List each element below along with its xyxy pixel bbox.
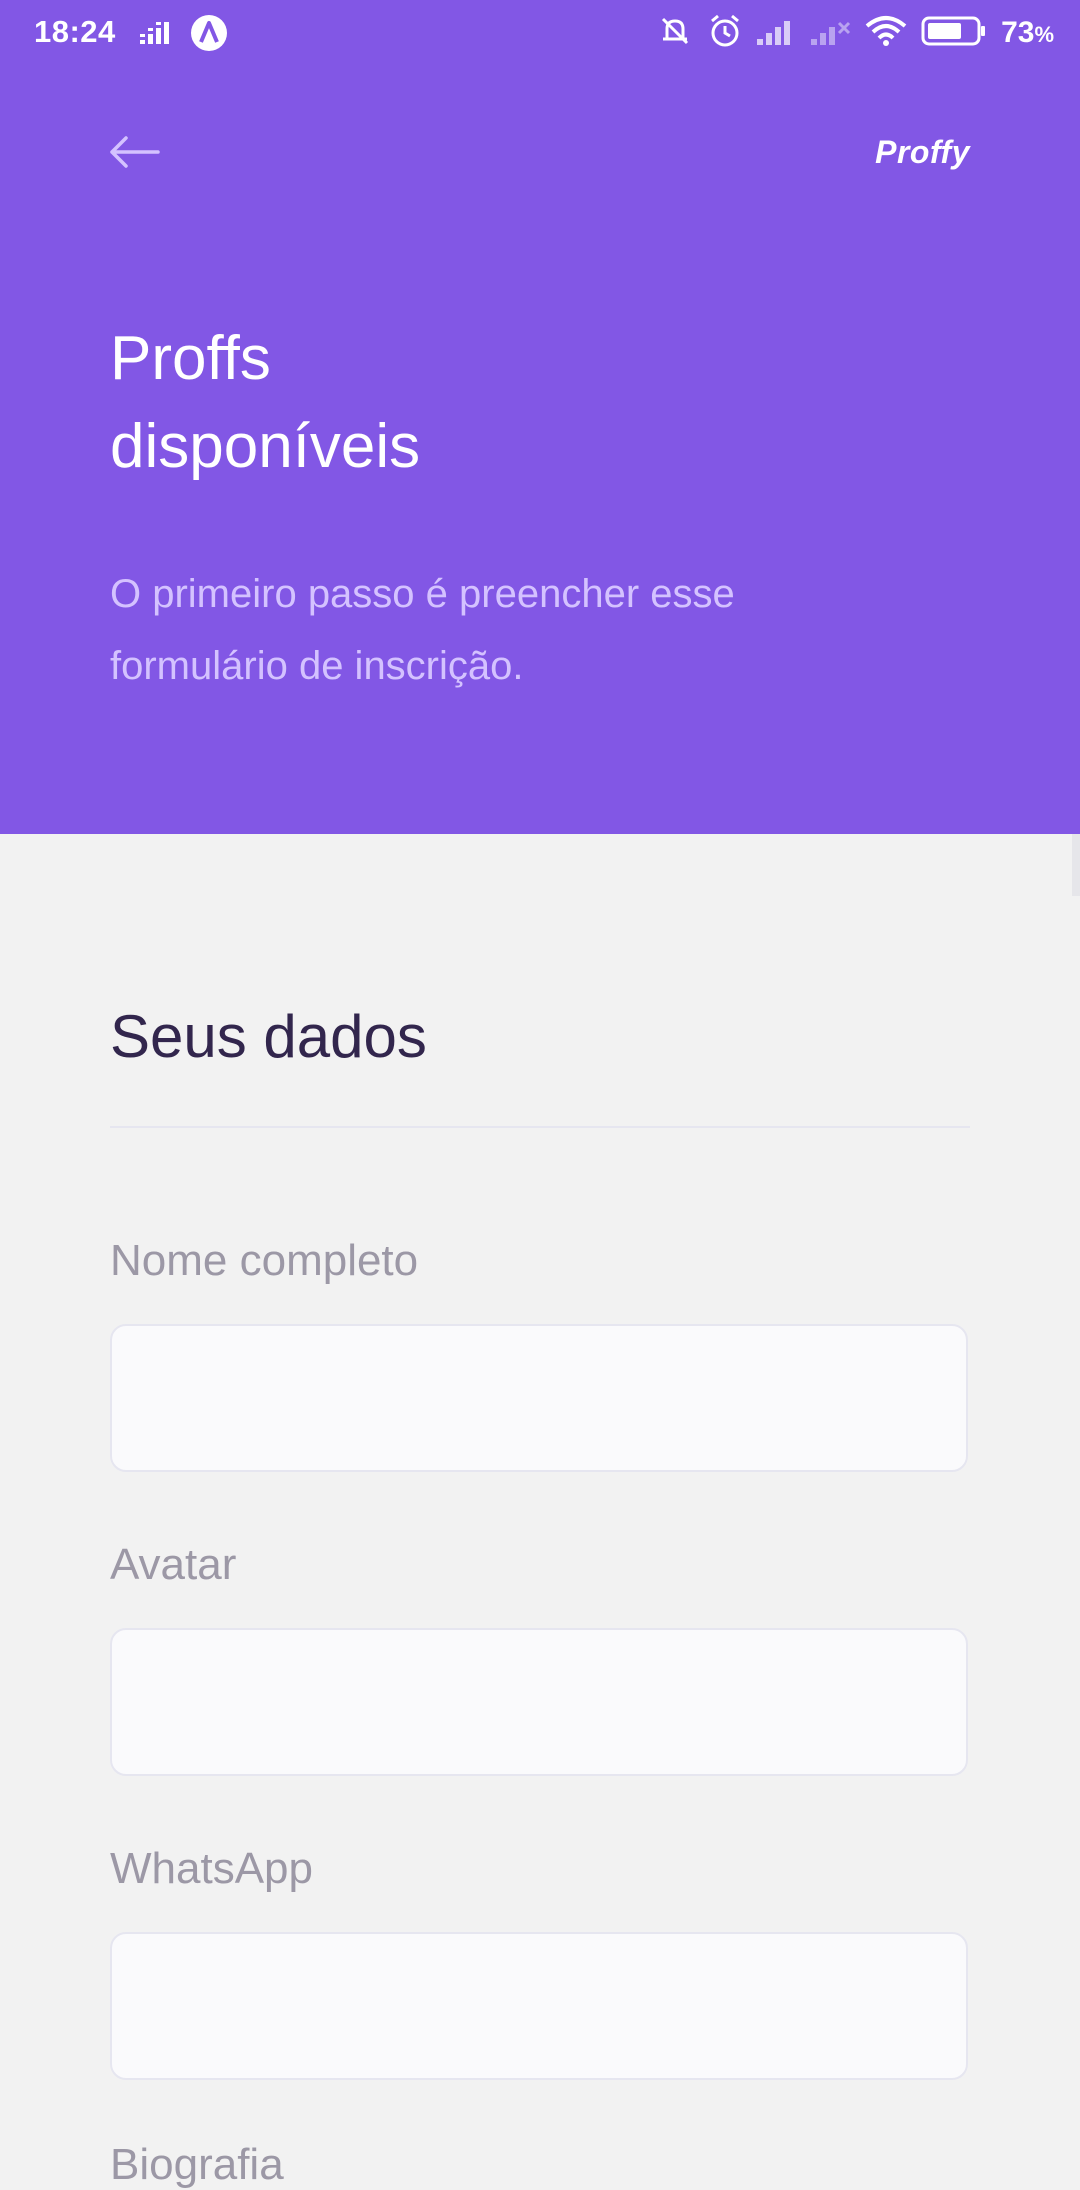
section-title: Seus dados: [110, 1003, 427, 1070]
status-time: 18:24: [34, 14, 116, 49]
signal-off-icon: [811, 15, 851, 52]
mute-icon: [657, 13, 693, 54]
scrollbar[interactable]: [1072, 834, 1080, 896]
whatsapp-input[interactable]: [110, 1932, 968, 2080]
bio-label: Biografia: [110, 2140, 284, 2189]
status-icons: 73%: [657, 12, 1054, 54]
battery-icon: [921, 15, 987, 52]
avatar-input[interactable]: [110, 1628, 968, 1776]
equalizer-icon: [140, 18, 176, 53]
avatar-label: Avatar: [110, 1540, 237, 1589]
battery-percent: 73%: [1001, 16, 1054, 49]
signal-icon: [757, 15, 797, 52]
arrow-left-icon: [108, 134, 160, 175]
back-button[interactable]: [108, 130, 164, 178]
page-description: O primeiro passo é preencher esse formul…: [110, 572, 735, 688]
whatsapp-label: WhatsApp: [110, 1844, 313, 1893]
wifi-icon: [865, 14, 907, 53]
page-header: 18:24 73% Proffy Proffs disponíveis O pr…: [0, 0, 1080, 834]
name-label: Nome completo: [110, 1236, 419, 1285]
page-title: Proffs disponíveis: [110, 324, 421, 481]
section-divider: [110, 1126, 970, 1128]
alarm-icon: [707, 13, 743, 54]
name-input[interactable]: [110, 1324, 968, 1472]
app-notification-icon: [190, 14, 228, 57]
brand-logo: Proffy: [875, 134, 970, 170]
status-bar: 18:24 73%: [0, 0, 1080, 66]
